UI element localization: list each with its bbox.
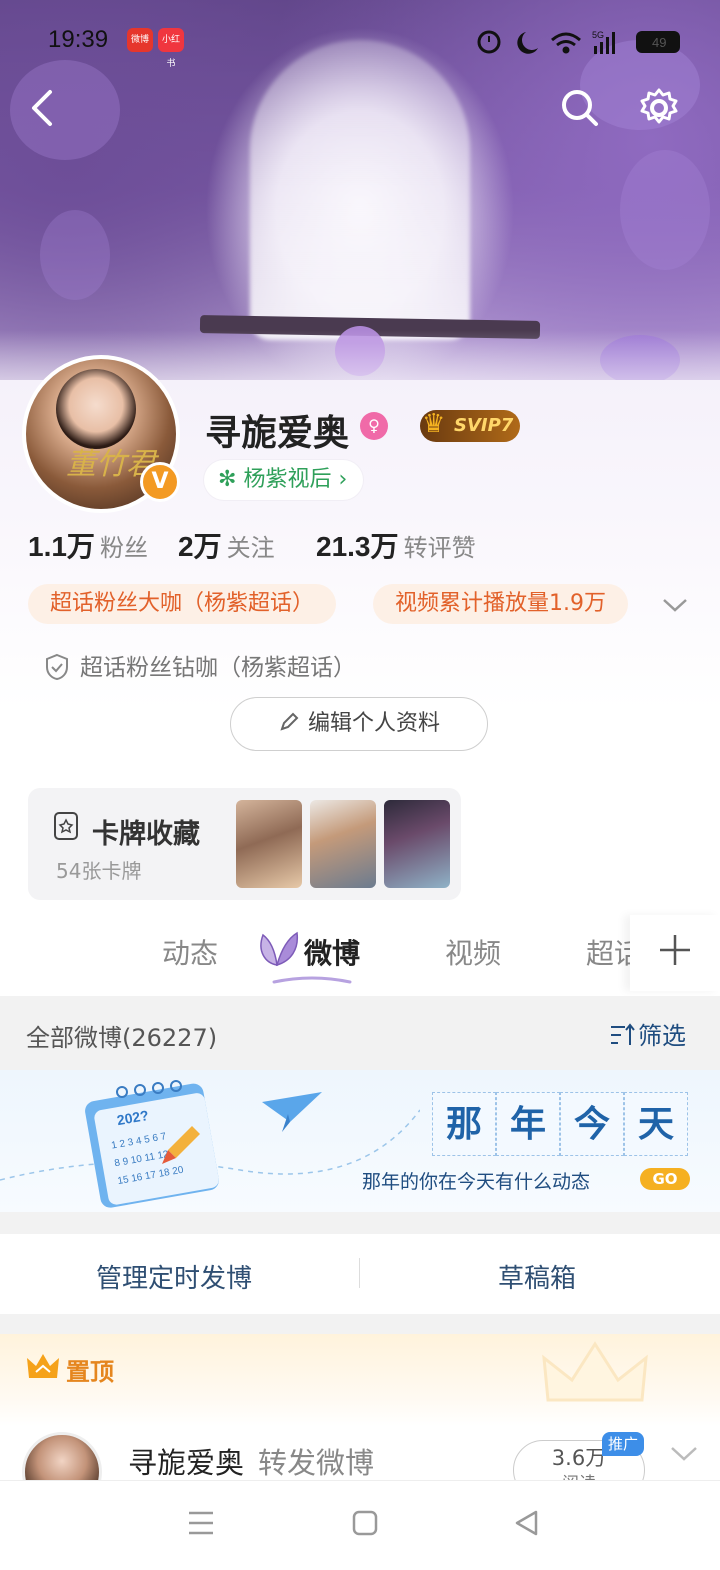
promo-badge: 推广 <box>602 1432 644 1456</box>
tab-weibo[interactable]: 微博 <box>304 932 360 972</box>
filter-icon <box>611 1023 635 1045</box>
cover-guqin-illustration <box>199 315 541 339</box>
verified-badge-icon[interactable]: V <box>140 462 180 502</box>
moon-icon <box>517 32 538 54</box>
all-posts-count[interactable]: 全部微博(26227) <box>26 1018 217 1053</box>
filter-button[interactable]: 筛选 <box>608 1016 686 1051</box>
plus-icon[interactable] <box>658 933 692 967</box>
menu-icon[interactable] <box>186 1508 216 1538</box>
drafts-button[interactable]: 草稿箱 <box>498 1258 576 1295</box>
chevron-down-icon[interactable] <box>660 592 690 616</box>
shield-icon <box>46 653 68 681</box>
crown-icon: ♛ <box>422 409 446 439</box>
super-topic-icon: ✻ <box>218 467 237 492</box>
svip-badge[interactable]: ♛ SVIP7 <box>420 409 520 442</box>
tag-super-fan[interactable]: 超话粉丝大咖（杨紫超话） <box>28 584 337 624</box>
card-icon <box>54 812 78 840</box>
weibo-app-icon: 微博 <box>127 28 153 52</box>
back-triangle-icon[interactable] <box>512 1508 542 1538</box>
search-icon[interactable] <box>558 86 602 130</box>
tab-super-topic-label: 超话 <box>586 937 630 970</box>
memory-headline-char: 天 <box>624 1092 688 1156</box>
stat-label: 粉丝 <box>100 534 149 562</box>
edit-profile-button[interactable]: 编辑个人资料 <box>230 697 488 751</box>
chevron-right-icon: › <box>338 467 348 492</box>
crown-watermark-icon <box>542 1341 648 1402</box>
chevron-left-icon[interactable] <box>22 86 66 130</box>
pinned-label: 置顶 <box>66 1358 114 1386</box>
tab-dynamic[interactable]: 动态 <box>162 932 218 972</box>
diamond-fan-tag[interactable]: 超话粉丝钻咖（杨紫超话） <box>44 648 356 682</box>
go-button[interactable]: GO <box>640 1168 690 1190</box>
section-divider <box>0 1314 720 1334</box>
tab-underline <box>272 976 352 984</box>
memory-headline-char: 年 <box>496 1092 560 1156</box>
views-label: 阅读 <box>514 1469 644 1480</box>
card-thumbnail[interactable] <box>236 800 302 888</box>
profile-username: 寻旎爱奥 <box>205 413 350 454</box>
card-thumbnail[interactable] <box>384 800 450 888</box>
crown-icon <box>27 1354 59 1378</box>
tag-video-plays[interactable]: 视频累计播放量1.9万 <box>373 584 628 624</box>
manage-bar-divider <box>359 1258 360 1288</box>
stat-value: 21.3万 <box>316 531 399 562</box>
card-collection-count: 54张卡牌 <box>56 859 142 883</box>
scheduled-posts-button[interactable]: 管理定时发博 <box>96 1258 252 1295</box>
butterfly-icon <box>260 931 299 967</box>
card-collection-title: 卡牌收藏 <box>92 819 200 850</box>
network-label: 5G <box>592 30 604 40</box>
battery-icon: 49 <box>636 31 680 53</box>
home-icon[interactable] <box>350 1508 380 1538</box>
edit-profile-label: 编辑个人资料 <box>307 711 440 736</box>
stat-value: 1.1万 <box>28 531 95 562</box>
svg-text:49: 49 <box>652 35 666 50</box>
cover-figure-illustration <box>250 40 470 340</box>
stat-following[interactable]: 2万 关注 <box>178 525 275 565</box>
stat-label: 关注 <box>226 534 275 562</box>
stat-interactions[interactable]: 21.3万 转评赞 <box>316 525 476 565</box>
calendar-illustration: 202? 1 2 3 4 5 6 78 9 10 11 1215 16 17 1… <box>0 1080 420 1208</box>
post-action: 转发微博 <box>258 1446 375 1480</box>
svip-label: SVIP7 <box>454 415 514 436</box>
memory-subtitle: 那年的你在今天有什么动态 <box>362 1171 591 1193</box>
post-card[interactable]: 寻旎爱奥 转发微博 3.6万 阅读 推广 <box>0 1426 720 1480</box>
tab-super-topic[interactable]: 超话 <box>586 932 630 972</box>
status-icons: 5G 49 <box>477 30 680 54</box>
xiaohongshu-app-icon: 小红书 <box>158 28 184 69</box>
post-avatar[interactable] <box>22 1432 102 1480</box>
chevron-down-icon[interactable] <box>668 1442 700 1466</box>
tab-video[interactable]: 视频 <box>445 932 501 972</box>
memory-headline-char: 那 <box>432 1092 496 1156</box>
stat-value: 2万 <box>178 531 222 562</box>
female-icon: ♀ <box>360 412 388 440</box>
memory-headline-char: 今 <box>560 1092 624 1156</box>
filter-label: 筛选 <box>638 1022 686 1050</box>
diamond-fan-label: 超话粉丝钻咖（杨紫超话） <box>80 655 356 681</box>
stat-followers[interactable]: 1.1万 粉丝 <box>28 525 148 565</box>
pencil-icon <box>280 712 299 731</box>
super-topic-label: 杨紫视后 <box>243 467 332 492</box>
gear-icon[interactable] <box>637 86 681 130</box>
section-divider <box>0 1212 720 1234</box>
alarm-icon <box>477 30 501 54</box>
post-author[interactable]: 寻旎爱奥 <box>128 1440 244 1480</box>
super-topic-tag[interactable]: ✻ 杨紫视后 › <box>204 460 364 500</box>
card-thumbnail[interactable] <box>310 800 376 888</box>
status-time: 19:39 <box>48 26 109 53</box>
wifi-icon <box>551 32 581 54</box>
stat-label: 转评赞 <box>403 534 476 562</box>
